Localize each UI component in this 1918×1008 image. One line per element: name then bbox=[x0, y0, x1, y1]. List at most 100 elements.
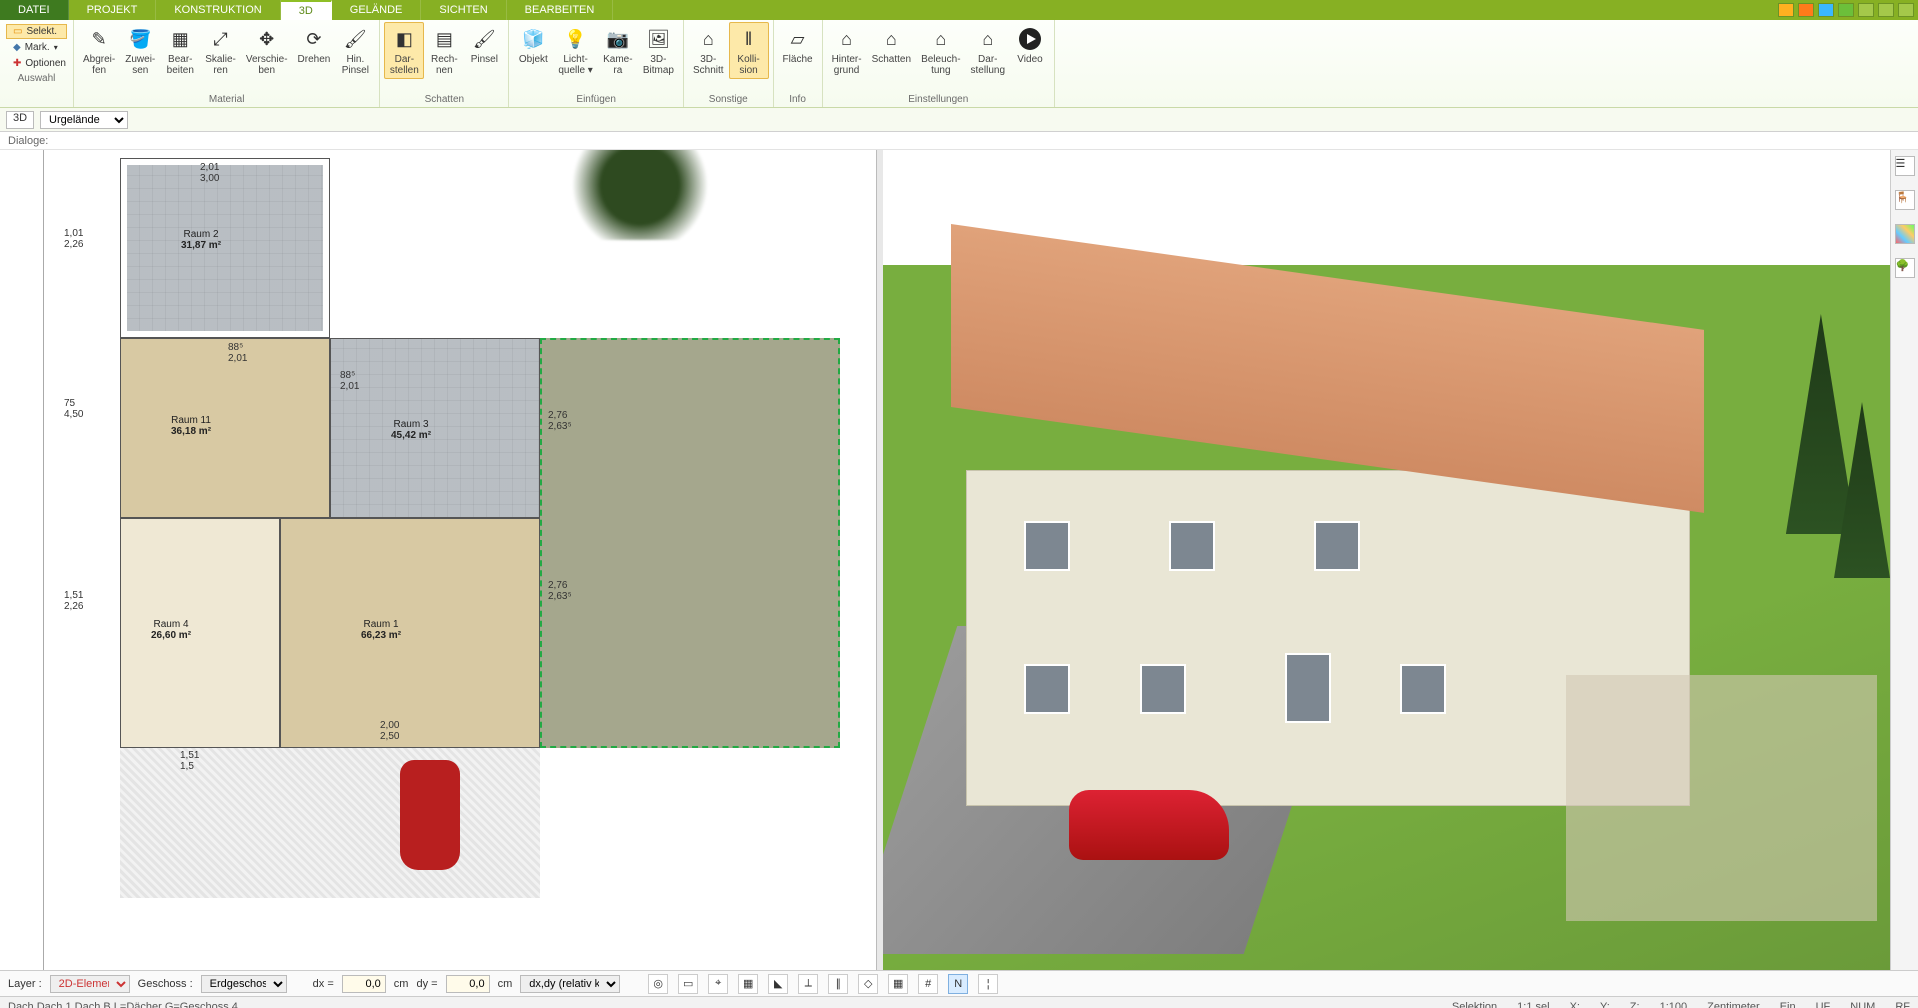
btn-schatten[interactable]: ⌂Schatten bbox=[867, 22, 916, 68]
info-icon[interactable] bbox=[1818, 3, 1834, 17]
patio-3d bbox=[1566, 675, 1877, 921]
btn-rechnen[interactable]: ▤Rech- nen bbox=[424, 22, 464, 79]
btn-darstellen[interactable]: ◧Dar- stellen bbox=[384, 22, 424, 79]
btn-hinpinsel[interactable]: 🖌Hin. Pinsel bbox=[335, 22, 375, 79]
geschoss-select[interactable]: Erdgeschos bbox=[201, 975, 287, 993]
car-3d bbox=[1069, 790, 1229, 860]
room-2[interactable]: Raum 231,87 m² bbox=[120, 158, 330, 338]
room-1[interactable]: Raum 166,23 m² bbox=[280, 518, 540, 748]
btn-zuweisen[interactable]: 🪣Zuwei- sen bbox=[120, 22, 160, 79]
view-3d[interactable]: ☰ 🪑 🌳 bbox=[883, 150, 1918, 970]
plan-2d-view[interactable]: Raum 231,87 m² 1,012,26 2,013,00 Raum 11… bbox=[0, 150, 877, 970]
shadow-set-icon: ⌂ bbox=[877, 25, 905, 53]
eyedropper-icon: ✎ bbox=[85, 25, 113, 53]
scale-icon: ⤢ bbox=[207, 25, 235, 53]
btn-3dschnitt[interactable]: ⌂3D- Schnitt bbox=[688, 22, 729, 79]
group-einfuegen-label: Einfügen bbox=[513, 94, 679, 107]
maximize-button[interactable] bbox=[1878, 3, 1894, 17]
terrain-select[interactable]: Urgelände bbox=[40, 111, 128, 129]
terrace[interactable] bbox=[540, 338, 840, 748]
tab-konstruktion[interactable]: KONSTRUKTION bbox=[156, 0, 280, 20]
ribbon: ▭Selekt. ◆Mark.▾ ✚Optionen Auswahl ✎Abgr… bbox=[0, 20, 1918, 108]
brush-icon: 🖌 bbox=[470, 25, 498, 53]
mark-toggle[interactable]: ◆Mark.▾ bbox=[6, 40, 67, 55]
room-4[interactable]: Raum 426,60 m² bbox=[120, 518, 280, 748]
status-scale: 1:1 sel bbox=[1517, 1001, 1549, 1008]
btn-pinsel[interactable]: 🖌Pinsel bbox=[464, 22, 504, 68]
cm-label-2: cm bbox=[498, 978, 513, 990]
tab-bearbeiten[interactable]: BEARBEITEN bbox=[507, 0, 614, 20]
background-icon: ⌂ bbox=[833, 25, 861, 53]
group-einstellungen-label: Einstellungen bbox=[827, 94, 1050, 107]
select-toggle[interactable]: ▭Selekt. bbox=[6, 24, 67, 39]
palette-layers-icon[interactable]: ☰ bbox=[1895, 156, 1915, 176]
tool-parallel-icon[interactable]: ∥ bbox=[828, 974, 848, 994]
tab-3d[interactable]: 3D bbox=[281, 0, 332, 20]
group-info-label: Info bbox=[778, 94, 818, 107]
shadow-show-icon: ◧ bbox=[390, 25, 418, 53]
minimize-button[interactable] bbox=[1858, 3, 1874, 17]
layer-label: Layer : bbox=[8, 978, 42, 990]
tool-angle-icon[interactable]: ◣ bbox=[768, 974, 788, 994]
btn-skalieren[interactable]: ⤢Skalie- ren bbox=[200, 22, 241, 79]
coord-mode-select[interactable]: dx,dy (relativ ka bbox=[520, 975, 620, 993]
btn-lichtquelle[interactable]: 💡Licht- quelle ▾ bbox=[553, 22, 598, 79]
btn-hintergrund[interactable]: ⌂Hinter- grund bbox=[827, 22, 867, 79]
section-icon: ⌂ bbox=[694, 25, 722, 53]
btn-darstellung[interactable]: ⌂Dar- stellung bbox=[966, 22, 1010, 79]
tab-projekt[interactable]: PROJEKT bbox=[69, 0, 157, 20]
tool-hash-icon[interactable]: # bbox=[918, 974, 938, 994]
brush-back-icon: 🖌 bbox=[341, 25, 369, 53]
btn-video[interactable]: Video bbox=[1010, 22, 1050, 68]
tool-snap-icon[interactable]: ⌖ bbox=[708, 974, 728, 994]
tab-datei[interactable]: DATEI bbox=[0, 0, 69, 20]
menu-tabstrip: DATEI PROJEKT KONSTRUKTION 3D GELÄNDE SI… bbox=[0, 0, 1918, 20]
calc-icon: ▤ bbox=[430, 25, 458, 53]
group-sonstige-label: Sonstige bbox=[688, 94, 769, 107]
btn-3dbitmap[interactable]: 🖼3D- Bitmap bbox=[638, 22, 679, 79]
camera-icon: 📷 bbox=[604, 25, 632, 53]
btn-beleuchtung[interactable]: ⌂Beleuch- tung bbox=[916, 22, 965, 79]
tool-diamond-icon[interactable]: ◇ bbox=[858, 974, 878, 994]
tool-ortho-icon[interactable]: ▦ bbox=[738, 974, 758, 994]
tool-pipe-icon[interactable]: ¦ bbox=[978, 974, 998, 994]
close-button[interactable] bbox=[1898, 3, 1914, 17]
bottom-controlbar: Layer : 2D-Elemen Geschoss : Erdgeschos … bbox=[0, 970, 1918, 996]
layer-select[interactable]: 2D-Elemen bbox=[50, 975, 130, 993]
update-icon[interactable] bbox=[1838, 3, 1854, 17]
btn-bearbeiten[interactable]: ▦Bear- beiten bbox=[160, 22, 200, 79]
tool-n-icon[interactable]: N bbox=[948, 974, 968, 994]
tool-grid-icon[interactable]: ▦ bbox=[888, 974, 908, 994]
view-mode-field[interactable]: 3D bbox=[6, 111, 34, 129]
tool-target-icon[interactable]: ◎ bbox=[648, 974, 668, 994]
help-icon[interactable] bbox=[1778, 3, 1794, 17]
pine-tree-3d-2 bbox=[1834, 402, 1890, 578]
palette-plant-icon[interactable]: 🌳 bbox=[1895, 258, 1915, 278]
room-3[interactable]: Raum 345,42 m² bbox=[330, 338, 540, 518]
btn-flaeche[interactable]: ▱Fläche bbox=[778, 22, 818, 68]
tree-plan bbox=[560, 150, 720, 240]
palette-chair-icon[interactable]: 🪑 bbox=[1895, 190, 1915, 210]
btn-abgreifen[interactable]: ✎Abgrei- fen bbox=[78, 22, 120, 79]
car-plan bbox=[400, 760, 460, 870]
move-icon: ✥ bbox=[253, 25, 281, 53]
room-11[interactable]: Raum 1136,18 m² bbox=[120, 338, 330, 518]
tab-gelaende[interactable]: GELÄNDE bbox=[332, 0, 422, 20]
options-toggle[interactable]: ✚Optionen bbox=[6, 56, 67, 71]
btn-objekt[interactable]: 🧊Objekt bbox=[513, 22, 553, 68]
btn-kollision[interactable]: ‖Kolli- sion bbox=[729, 22, 769, 79]
tool-perp-icon[interactable]: ⟂ bbox=[798, 974, 818, 994]
dx-label: dx = bbox=[313, 978, 334, 990]
settings-icon[interactable] bbox=[1798, 3, 1814, 17]
btn-verschieben[interactable]: ✥Verschie- ben bbox=[241, 22, 293, 79]
area-icon: ▱ bbox=[784, 25, 812, 53]
tab-sichten[interactable]: SICHTEN bbox=[421, 0, 506, 20]
btn-drehen[interactable]: ⟳Drehen bbox=[293, 22, 336, 68]
dx-input[interactable] bbox=[342, 975, 386, 993]
lighting-icon: ⌂ bbox=[927, 25, 955, 53]
dy-input[interactable] bbox=[446, 975, 490, 993]
collision-icon: ‖ bbox=[735, 25, 763, 53]
btn-kamera[interactable]: 📷Kame- ra bbox=[598, 22, 638, 79]
tool-screen-icon[interactable]: ▭ bbox=[678, 974, 698, 994]
palette-materials-icon[interactable] bbox=[1895, 224, 1915, 244]
